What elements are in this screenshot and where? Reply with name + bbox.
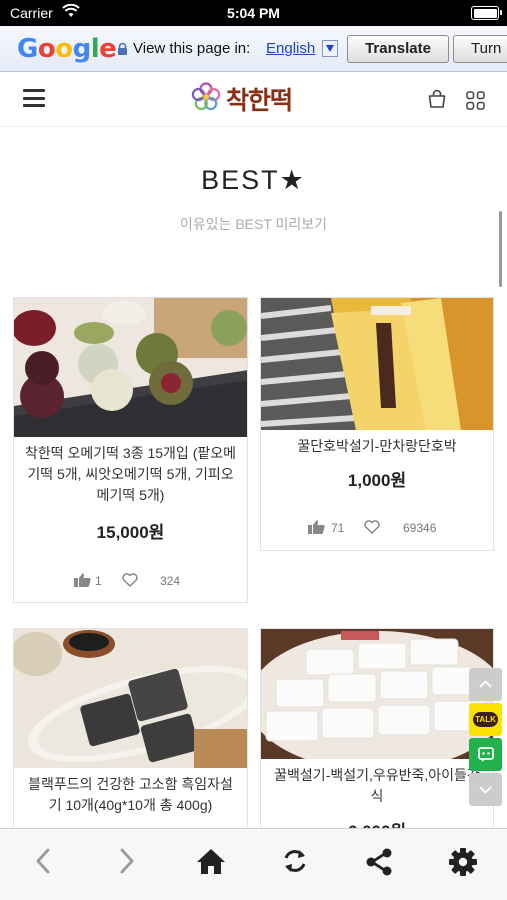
scrollbar[interactable] [499,211,502,287]
thumbs-up-icon[interactable] [308,520,325,537]
kakao-talk-label: TALK [473,712,498,727]
google-translate-bar: Google View this page in: English Transl… [0,26,507,72]
product-name[interactable]: 꿀백설기-백설기,우유반죽,아이들간식 [269,765,485,807]
scroll-up-button[interactable] [469,668,502,701]
home-icon[interactable] [193,847,229,877]
site-header: 착한떡 [0,72,507,127]
heart-icon[interactable] [122,573,138,590]
view-count: 69346 [403,521,437,535]
lock-icon [117,42,128,55]
grid-menu-icon[interactable] [466,91,485,115]
back-icon[interactable] [25,847,61,877]
chat-button[interactable] [469,738,502,771]
menu-icon[interactable] [23,89,45,107]
product-card[interactable]: 꿀백설기-백설기,우유반죽,아이들간식 6,000원 [260,628,494,848]
product-image[interactable] [14,629,247,768]
shopping-bag-icon[interactable] [427,89,447,114]
product-price: 1,000원 [347,471,407,490]
product-card[interactable]: 착한떡 오메기떡 3종 15개입 (팥오메기떡 5개, 씨앗오메기떡 5개, 기… [13,297,248,603]
battery-icon [471,6,502,20]
google-logo-letter: e [99,34,117,64]
google-logo-letter: o [55,34,73,64]
product-price: 15,000원 [96,523,165,542]
product-card[interactable]: 꿀단호박설기-만차랑단호박 1,000원 71 69346 [260,297,494,551]
language-link[interactable]: English [266,40,315,57]
heart-icon[interactable] [364,520,380,537]
product-name[interactable]: 블랙푸드의 건강한 고소함 흑임자설기 10개(40g*10개 총 400g) [22,774,239,816]
view-page-in-label: View this page in: [133,40,251,57]
product-card[interactable]: 블랙푸드의 건강한 고소함 흑임자설기 10개(40g*10개 총 400g) [13,628,248,848]
product-image[interactable] [261,298,493,430]
product-name[interactable]: 착한떡 오메기떡 3종 15개입 (팥오메기떡 5개, 씨앗오메기떡 5개, 기… [22,443,239,506]
product-image[interactable] [261,629,493,759]
bottom-toolbar [0,828,507,900]
refresh-icon[interactable] [277,847,313,877]
google-logo-letter: l [90,34,100,64]
scroll-down-button[interactable] [469,773,502,806]
logo-text: 착한떡 [226,86,293,115]
status-time: 5:04 PM [227,5,280,21]
settings-gear-icon[interactable] [445,847,481,877]
google-logo-letter: o [37,34,56,64]
view-count: 324 [160,574,181,588]
flower-logo-icon [190,81,222,118]
product-image[interactable] [14,298,247,437]
like-count: 71 [331,521,345,535]
google-logo-letter: G [17,34,38,64]
like-count: 1 [95,574,102,588]
google-logo-letter: g [72,34,92,64]
section-title: BEST★ [201,165,306,195]
turn-off-button[interactable]: Turn [453,35,507,63]
language-dropdown[interactable] [322,40,338,57]
product-name[interactable]: 꿀단호박설기-만차랑단호박 [269,436,485,457]
forward-icon[interactable] [109,847,145,877]
google-logo: Google [17,33,117,64]
translate-button[interactable]: Translate [347,35,449,63]
section-subtitle: 이유있는 BEST 미리보기 [179,216,328,232]
kakao-talk-button[interactable]: TALK [469,703,502,736]
status-bar: Carrier 5:04 PM [0,0,507,26]
share-icon[interactable] [361,847,397,877]
thumbs-up-icon[interactable] [74,573,91,590]
